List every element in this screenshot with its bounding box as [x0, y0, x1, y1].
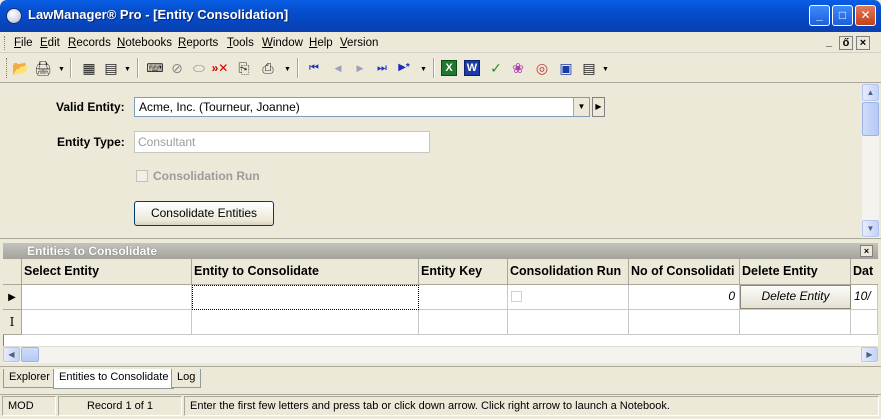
consolidate-entities-button[interactable]: Consolidate Entities — [134, 201, 274, 226]
minimize-button[interactable]: _ — [809, 5, 830, 26]
cell-select-entity[interactable] — [22, 285, 192, 310]
column-header-delete-entity[interactable]: Delete Entity — [740, 259, 851, 285]
consolidation-run-checkbox[interactable] — [136, 170, 148, 182]
window-dropdown-arrow[interactable]: ▼ — [124, 66, 131, 73]
mdi-restore-button[interactable]: ő — [839, 36, 853, 50]
word-icon[interactable]: W — [464, 60, 480, 76]
panel-close-button[interactable]: × — [860, 245, 873, 257]
new-row-cell[interactable] — [740, 310, 851, 335]
delete-record-icon[interactable]: »✕ — [210, 58, 230, 78]
new-row-cell[interactable] — [508, 310, 629, 335]
status-mode: MOD — [2, 396, 56, 416]
valid-entity-combo[interactable]: Acme, Inc. (Tourneur, Joanne) — [134, 97, 590, 117]
horizontal-scroll-thumb[interactable] — [21, 347, 39, 362]
app-logo-icon[interactable] — [6, 8, 22, 24]
new-row-cell[interactable] — [629, 310, 740, 335]
toolbar-separator — [70, 58, 72, 78]
column-header-entity-key[interactable]: Entity Key — [419, 259, 508, 285]
menu-edit[interactable]: Edit — [40, 37, 60, 49]
window-tile-icon[interactable]: ▤ — [101, 58, 121, 78]
row-indicator-new[interactable]: I — [3, 310, 22, 335]
mdi-minimize-button[interactable]: _ — [822, 36, 836, 50]
scroll-right-button[interactable]: ▶ — [861, 347, 878, 362]
new-row-cell[interactable] — [22, 310, 192, 335]
toolbar-separator — [297, 58, 299, 78]
window-title: LawManager® Pro - [Entity Consolidation] — [28, 7, 289, 22]
column-header-entity-to-consolidate[interactable]: Entity to Consolidate — [192, 259, 419, 285]
window-layout-icon[interactable]: ▦ — [79, 58, 99, 78]
cell-date[interactable]: 10/ — [851, 285, 878, 310]
new-row-cell[interactable] — [851, 310, 878, 335]
tab-entities-to-consolidate[interactable]: Entities to Consolidate — [53, 369, 175, 389]
paste-dropdown-arrow[interactable]: ▼ — [284, 66, 291, 73]
menu-notebooks[interactable]: Notebooks — [117, 37, 172, 49]
cell-entity-to-consolidate[interactable] — [192, 285, 419, 310]
cell-entity-key[interactable] — [419, 285, 508, 310]
navigation-dropdown-arrow[interactable]: ▼ — [420, 66, 427, 73]
scroll-down-button[interactable]: ▼ — [862, 220, 879, 237]
erase-icon[interactable]: ⬭ — [189, 58, 209, 78]
entity-type-field: Consultant — [134, 131, 430, 153]
menu-help[interactable]: Help — [309, 37, 333, 49]
new-record-icon[interactable]: ▶* — [394, 58, 414, 78]
mdi-close-button[interactable]: × — [856, 36, 870, 50]
column-header-consolidation-run[interactable]: Consolidation Run — [508, 259, 629, 285]
menu-version[interactable]: Version — [340, 37, 378, 49]
next-record-icon[interactable]: ▶ — [350, 58, 370, 78]
menu-window[interactable]: Window — [262, 37, 303, 49]
menu-file[interactable]: File — [14, 37, 33, 49]
grid-corner-header — [3, 259, 22, 285]
status-record-count: Record 1 of 1 — [58, 396, 182, 416]
menu-records[interactable]: Records — [68, 37, 111, 49]
last-record-icon[interactable]: ⏭ — [372, 58, 392, 78]
column-header-date[interactable]: Dat — [851, 259, 878, 285]
grid-panel-title: Entities to Consolidate — [27, 244, 158, 258]
cancel-icon[interactable]: ⊘ — [167, 58, 187, 78]
print-icon[interactable]: 🖨 — [33, 58, 53, 78]
cell-consolidation-run — [508, 285, 629, 310]
row-consolidation-run-checkbox[interactable] — [511, 291, 522, 302]
menu-reports[interactable]: Reports — [178, 37, 218, 49]
scroll-up-button[interactable]: ▲ — [862, 84, 879, 101]
entity-type-label: Entity Type: — [57, 135, 125, 149]
tab-log[interactable]: Log — [171, 369, 202, 388]
copy-record-icon[interactable]: ⎘ — [234, 58, 254, 78]
menu-grip[interactable] — [4, 36, 7, 50]
new-row-cell[interactable] — [192, 310, 419, 335]
paste-record-icon[interactable]: ⎙ — [258, 58, 278, 78]
help-lifebuoy-icon[interactable]: ◎ — [532, 58, 552, 78]
view-dropdown-arrow[interactable]: ▼ — [602, 66, 609, 73]
palette-icon[interactable]: ❀ — [508, 58, 528, 78]
toolbar-grip[interactable] — [6, 58, 8, 78]
delete-entity-button[interactable]: Delete Entity — [740, 285, 851, 309]
cell-no-of-consolidations: 0 — [629, 285, 740, 310]
close-button[interactable]: ✕ — [855, 5, 876, 26]
column-header-select-entity[interactable]: Select Entity — [22, 259, 192, 285]
spell-check-icon[interactable]: ✓ — [486, 58, 506, 78]
status-hint: Enter the first few letters and press ta… — [184, 396, 879, 416]
row-indicator-current[interactable]: ▶ — [3, 285, 22, 310]
valid-entity-dropdown-button[interactable]: ▼ — [573, 98, 589, 116]
maximize-button[interactable]: □ — [832, 5, 853, 26]
first-record-icon[interactable]: ⏮ — [304, 58, 324, 78]
excel-icon[interactable]: X — [441, 60, 457, 76]
scroll-left-button[interactable]: ◀ — [3, 347, 20, 362]
find-binoculars-icon[interactable]: ⌨ — [145, 58, 165, 78]
consolidation-run-label: Consolidation Run — [153, 169, 260, 183]
toolbar-separator — [137, 58, 139, 78]
open-folder-icon[interactable]: 📂 — [11, 58, 31, 78]
grid-horizontal-scrollbar[interactable] — [3, 346, 878, 363]
launch-notebook-button[interactable]: ▶ — [592, 97, 605, 117]
tab-explorer[interactable]: Explorer — [3, 369, 56, 388]
print-dropdown-arrow[interactable]: ▼ — [58, 66, 65, 73]
valid-entity-label: Valid Entity: — [56, 100, 125, 114]
reports-icon[interactable]: ▣ — [556, 58, 576, 78]
scroll-thumb[interactable] — [862, 102, 879, 136]
form-view-icon[interactable]: ▤ — [579, 58, 599, 78]
menu-tools[interactable]: Tools — [227, 37, 254, 49]
new-row-cell[interactable] — [419, 310, 508, 335]
toolbar-separator — [433, 58, 435, 78]
column-header-no-of-consolidations[interactable]: No of Consolidati — [629, 259, 740, 285]
previous-record-icon[interactable]: ◀ — [328, 58, 348, 78]
